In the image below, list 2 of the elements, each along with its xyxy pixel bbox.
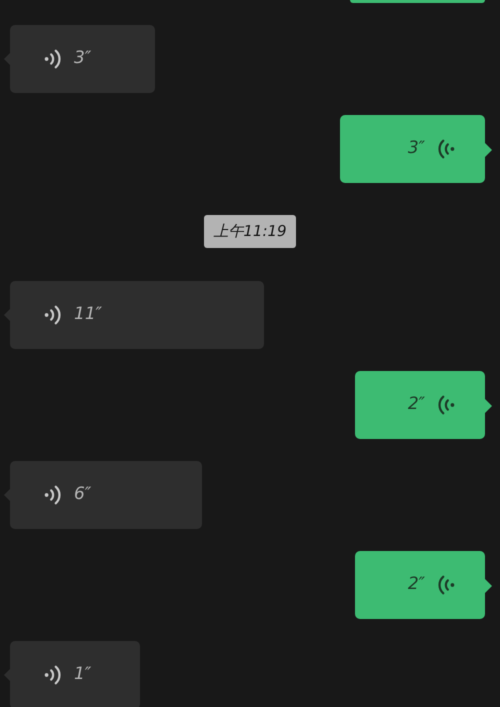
timestamp: 上午11:19 — [204, 215, 296, 248]
message-bubble[interactable] — [350, 0, 485, 3]
